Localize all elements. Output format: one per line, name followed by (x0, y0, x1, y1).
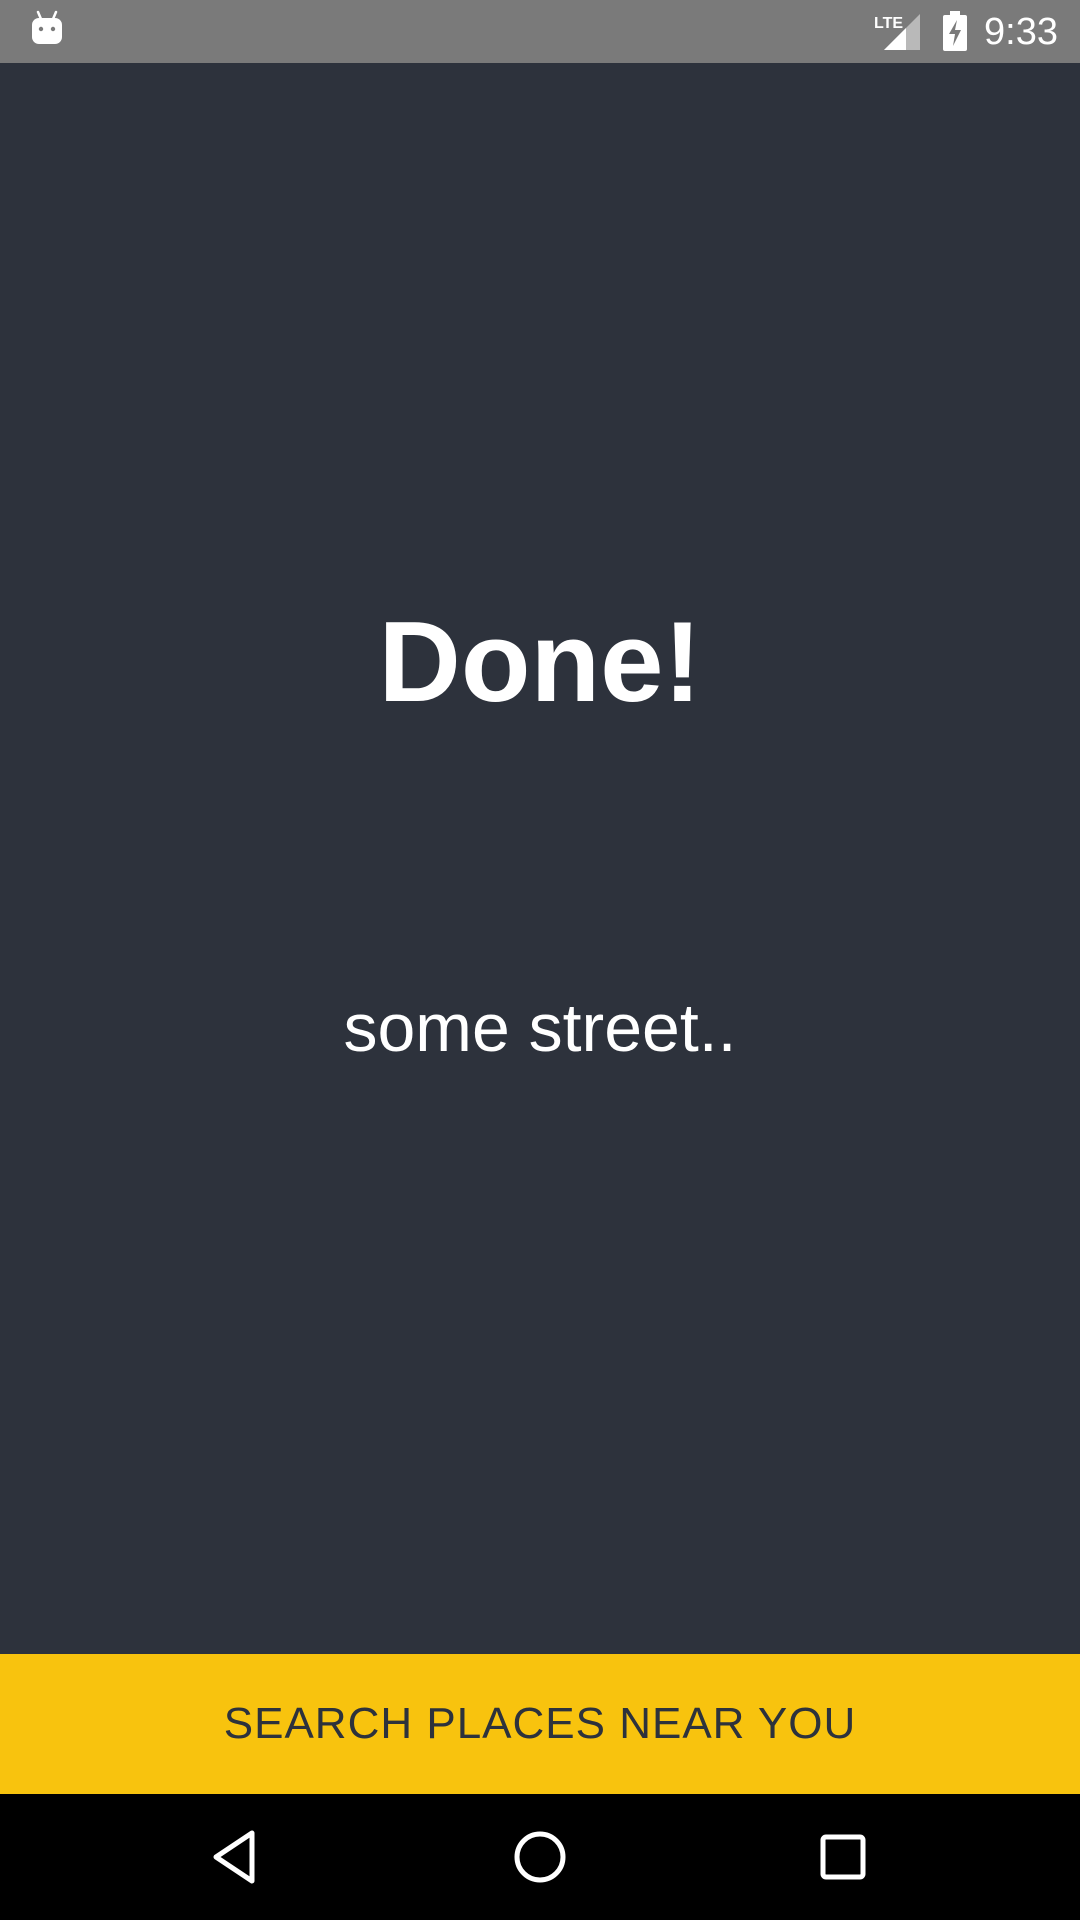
address-text: some street.. (343, 990, 737, 1066)
battery-charging-icon (943, 11, 967, 51)
status-bar: LTE 9:33 (0, 0, 1080, 63)
search-places-button[interactable]: SEARCH PLACES NEAR YOU (0, 1654, 1080, 1794)
recent-apps-icon[interactable] (813, 1827, 873, 1887)
main-content: Done! some street.. (0, 63, 1080, 1654)
cell-signal-icon: LTE (874, 14, 920, 50)
navigation-bar (0, 1794, 1080, 1920)
lte-label: LTE (874, 15, 903, 32)
back-icon[interactable] (206, 1827, 266, 1887)
home-icon[interactable] (510, 1827, 570, 1887)
status-time: 9:33 (984, 11, 1058, 53)
app-screen: LTE 9:33 Done! some street.. SEARCH PLAC… (0, 0, 1080, 1920)
done-title: Done! (378, 599, 702, 726)
android-debug-icon (32, 10, 62, 44)
